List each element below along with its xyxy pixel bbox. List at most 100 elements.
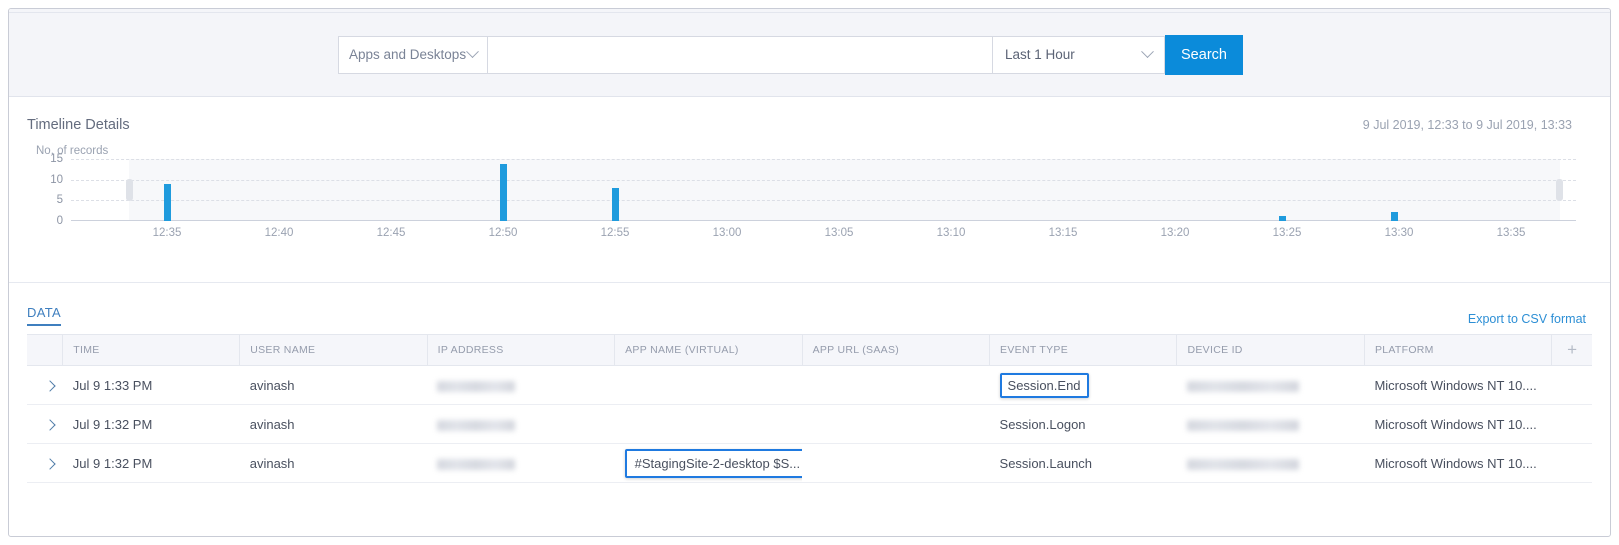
chart-baseline-axis: [71, 220, 1576, 221]
x-tick: 12:45: [376, 227, 406, 239]
y-tick: 0: [56, 215, 63, 227]
highlighted-event-type: Session.End: [999, 372, 1089, 398]
column-header-user-name[interactable]: USER NAME: [239, 334, 428, 366]
cell-platform: Microsoft Windows NT 10....: [1364, 443, 1552, 483]
application-window: Apps and Desktops Last 1 Hour Search Tim…: [8, 8, 1611, 537]
cell-device-id: [1176, 404, 1365, 444]
chart-bar[interactable]: [1279, 216, 1286, 221]
chart-plot-area: [71, 159, 1576, 221]
chevron-right-icon: [44, 457, 56, 470]
table-row[interactable]: Jul 9 1:33 PM avinash Session.End Micros…: [27, 365, 1592, 405]
x-tick: 12:50: [488, 227, 518, 239]
y-tick: 5: [56, 194, 63, 207]
data-panel-header: DATA Export to CSV format: [27, 283, 1592, 334]
highlighted-app-name: #StagingSite-2-desktop $S...: [624, 448, 803, 478]
cell-ip-address: [427, 443, 615, 483]
time-range-dropdown[interactable]: Last 1 Hour: [993, 35, 1165, 74]
cell-device-id: [1176, 443, 1365, 483]
x-tick: 13:30: [1384, 227, 1414, 239]
search-toolbar: Apps and Desktops Last 1 Hour Search: [9, 13, 1610, 97]
cell-spacer: [1551, 365, 1592, 405]
table-header-row: TIME USER NAME IP ADDRESS APP NAME (VIRT…: [27, 334, 1592, 366]
chevron-right-icon: [44, 418, 56, 431]
data-panel: DATA Export to CSV format TIME USER NAME…: [9, 283, 1610, 483]
chart-x-axis-ticks: 12:35 12:40 12:45 12:50 12:55 13:00 13:0…: [71, 227, 1576, 245]
chart-range-handle-left[interactable]: [126, 179, 133, 201]
chart-bar[interactable]: [500, 164, 507, 221]
timeline-panel: Timeline Details 9 Jul 2019, 12:33 to 9 …: [9, 97, 1610, 283]
x-tick: 13:20: [1160, 227, 1190, 239]
chart-y-axis-caption: No. of records: [36, 145, 109, 157]
cell-spacer: [1551, 443, 1592, 483]
cell-spacer: [1551, 404, 1592, 444]
add-column-button[interactable]: +: [1551, 334, 1592, 366]
tab-data[interactable]: DATA: [27, 305, 61, 326]
cell-app-url: [802, 443, 990, 483]
table-row[interactable]: Jul 9 1:32 PM avinash Session.Logon Micr…: [27, 404, 1592, 444]
cell-user-name: avinash: [239, 443, 428, 483]
x-tick: 13:15: [1048, 227, 1078, 239]
cell-event-type: Session.End: [989, 365, 1177, 405]
cell-time: Jul 9 1:33 PM: [62, 365, 240, 405]
cell-user-name: avinash: [239, 404, 428, 444]
x-tick: 13:10: [936, 227, 966, 239]
x-tick: 12:40: [264, 227, 294, 239]
x-tick: 13:35: [1496, 227, 1526, 239]
redacted-value: [1186, 458, 1299, 470]
column-header-event-type[interactable]: EVENT TYPE: [989, 334, 1178, 366]
timeline-header: Timeline Details 9 Jul 2019, 12:33 to 9 …: [27, 97, 1592, 133]
column-header-device-id[interactable]: DEVICE ID: [1176, 334, 1365, 366]
chart-bar[interactable]: [612, 188, 619, 221]
cell-ip-address: [427, 404, 615, 444]
cell-app-url: [802, 365, 990, 405]
chevron-down-icon: [1141, 45, 1154, 59]
cell-user-name: avinash: [239, 365, 428, 405]
timeline-title: Timeline Details: [27, 117, 130, 133]
chart-range-handle-right[interactable]: [1556, 179, 1563, 201]
events-table-body: Jul 9 1:33 PM avinash Session.End Micros…: [27, 365, 1592, 483]
redacted-value: [437, 458, 516, 470]
chart-selection-region: [129, 159, 1560, 221]
time-range-label: Last 1 Hour: [1005, 47, 1075, 62]
search-button[interactable]: Search: [1165, 34, 1243, 75]
search-input[interactable]: [488, 35, 993, 74]
column-header-app-name[interactable]: APP NAME (VIRTUAL): [614, 334, 803, 366]
scope-dropdown[interactable]: Apps and Desktops: [338, 35, 488, 74]
cell-app-url: [802, 404, 990, 444]
x-tick: 12:55: [600, 227, 630, 239]
column-header-platform[interactable]: PLATFORM: [1364, 334, 1553, 366]
x-tick: 13:05: [824, 227, 854, 239]
row-expand-toggle[interactable]: [27, 404, 63, 444]
x-tick: 13:25: [1272, 227, 1302, 239]
redacted-value: [1186, 419, 1299, 431]
redacted-value: [1186, 380, 1299, 392]
x-tick: 12:35: [152, 227, 182, 239]
chart-y-axis-ticks: 15 10 5 0: [27, 153, 63, 227]
cell-app-name: [614, 365, 803, 405]
scope-dropdown-label: Apps and Desktops: [349, 47, 467, 62]
plus-icon: +: [1567, 340, 1578, 359]
column-header-time[interactable]: TIME: [62, 334, 241, 366]
cell-ip-address: [427, 365, 615, 405]
cell-device-id: [1176, 365, 1365, 405]
timeline-chart[interactable]: 15 10 5 0 12:35 12:40 12:45 12:50 12:55 …: [27, 153, 1592, 249]
export-csv-link[interactable]: Export to CSV format: [1468, 312, 1592, 326]
chart-bar[interactable]: [1391, 212, 1398, 221]
column-header-app-url[interactable]: APP URL (SAAS): [802, 334, 991, 366]
chart-bar[interactable]: [164, 184, 171, 221]
y-tick: 15: [50, 153, 63, 165]
chart-gridline: [71, 159, 1576, 160]
cell-app-name: [614, 404, 803, 444]
row-expand-toggle[interactable]: [27, 365, 63, 405]
table-row[interactable]: Jul 9 1:32 PM avinash #StagingSite-2-des…: [27, 443, 1592, 483]
cell-event-type: Session.Launch: [989, 443, 1177, 483]
chart-gridline: [71, 179, 1576, 181]
x-tick: 13:00: [712, 227, 742, 239]
cell-app-name: #StagingSite-2-desktop $S...: [614, 443, 803, 483]
column-header-ip-address[interactable]: IP ADDRESS: [427, 334, 616, 366]
redacted-value: [437, 419, 516, 431]
cell-platform: Microsoft Windows NT 10....: [1364, 404, 1552, 444]
chart-gridline: [71, 200, 1576, 202]
timeline-date-range: 9 Jul 2019, 12:33 to 9 Jul 2019, 13:33: [1362, 118, 1572, 132]
row-expand-toggle[interactable]: [27, 443, 63, 483]
